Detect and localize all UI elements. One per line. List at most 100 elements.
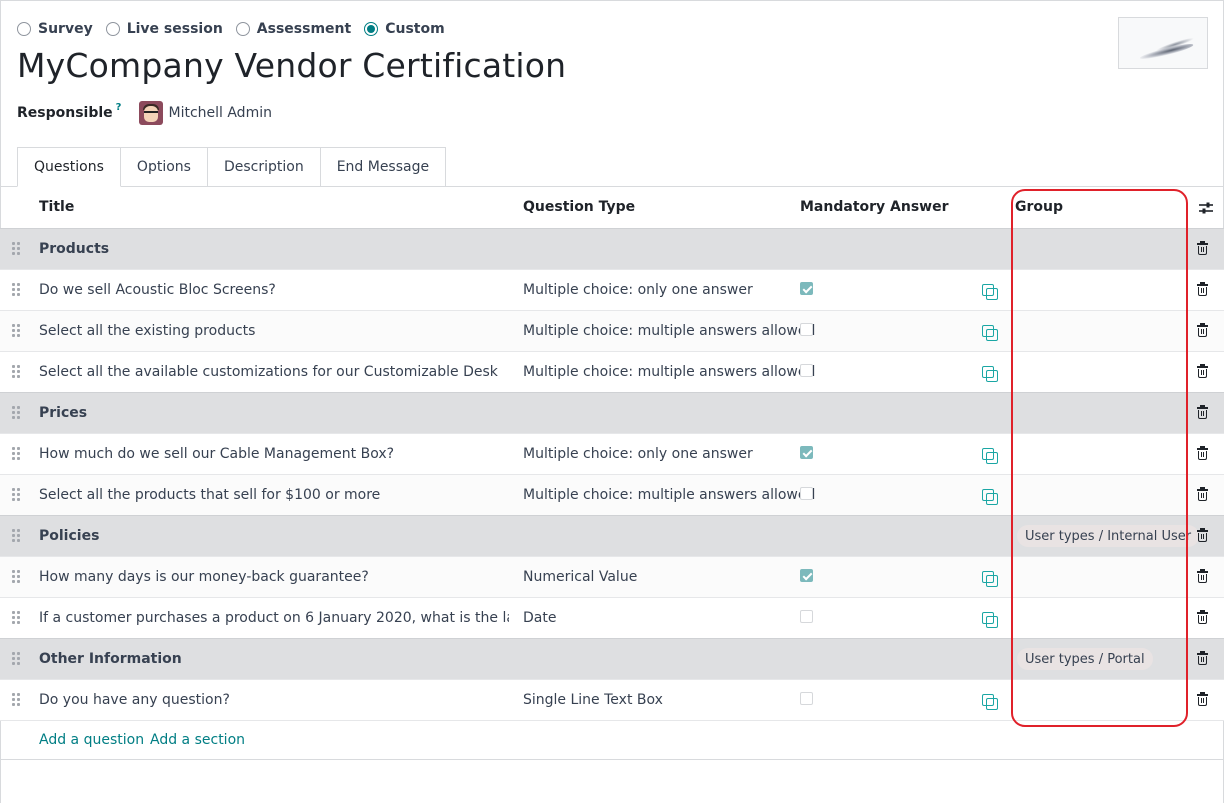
section-row[interactable]: Other Information User types / Portal — [0, 638, 1224, 679]
add-question-link[interactable]: Add a question — [39, 732, 144, 748]
question-title[interactable]: How many days is our money-back guarante… — [39, 557, 509, 597]
section-title[interactable]: Prices — [39, 393, 509, 433]
question-title[interactable]: Select all the products that sell for $1… — [39, 475, 509, 515]
section-row[interactable]: Policies User types / Internal User — [0, 515, 1224, 556]
copy-icon[interactable] — [982, 325, 998, 341]
copy-icon[interactable] — [982, 489, 998, 505]
copy-icon[interactable] — [982, 284, 998, 300]
question-type[interactable]: Single Line Text Box — [523, 680, 663, 720]
section-title[interactable]: Policies — [39, 516, 509, 556]
question-title[interactable]: Do we sell Acoustic Bloc Screens? — [39, 270, 509, 310]
radio-unchecked-icon[interactable] — [17, 22, 31, 36]
drag-handle-icon[interactable] — [12, 611, 22, 625]
add-section-link[interactable]: Add a section — [150, 732, 245, 748]
tab-options[interactable]: Options — [120, 147, 208, 187]
mandatory-checkbox[interactable] — [800, 282, 813, 295]
trash-icon[interactable] — [1197, 323, 1208, 337]
question-type[interactable]: Multiple choice: only one answer — [523, 434, 753, 474]
group-tag[interactable]: User types / Internal User — [1017, 525, 1200, 547]
drag-handle-icon[interactable] — [12, 406, 22, 420]
trash-icon[interactable] — [1197, 651, 1208, 665]
table-header: Title Question Type Mandatory Answer Gro… — [0, 187, 1224, 228]
section-row[interactable]: Prices — [0, 392, 1224, 433]
tab-description[interactable]: Description — [207, 147, 321, 187]
radio-unchecked-icon[interactable] — [235, 22, 250, 36]
mandatory-checkbox[interactable] — [800, 610, 813, 623]
question-title[interactable]: How much do we sell our Cable Management… — [39, 434, 509, 474]
mandatory-checkbox[interactable] — [800, 323, 813, 336]
survey-type-option[interactable]: Live session — [105, 21, 223, 37]
question-title[interactable]: If a customer purchases a product on 6 J… — [39, 598, 509, 638]
question-type[interactable]: Multiple choice: multiple answers allowe… — [523, 311, 815, 351]
drag-handle-icon[interactable] — [12, 529, 22, 543]
question-type[interactable]: Numerical Value — [523, 557, 637, 597]
copy-icon[interactable] — [982, 366, 998, 382]
survey-type-option[interactable]: Custom — [364, 21, 445, 37]
trash-icon[interactable] — [1197, 446, 1208, 460]
trash-icon[interactable] — [1197, 364, 1208, 378]
group-tag[interactable]: User types / Portal — [1017, 648, 1153, 670]
copy-icon[interactable] — [982, 571, 998, 587]
tab-questions[interactable]: Questions — [17, 147, 121, 187]
question-row[interactable]: Select all the existing products Multiple… — [0, 310, 1224, 351]
survey-title[interactable]: MyCompany Vendor Certification — [17, 46, 566, 85]
question-type[interactable]: Multiple choice: multiple answers allowe… — [523, 352, 815, 392]
mandatory-checkbox[interactable] — [800, 692, 813, 705]
optional-columns-icon[interactable] — [1197, 199, 1215, 217]
trash-icon[interactable] — [1197, 692, 1208, 706]
question-type[interactable]: Multiple choice: only one answer — [523, 270, 753, 310]
drag-handle-icon[interactable] — [12, 242, 22, 256]
add-line-row: Add a question Add a section — [0, 720, 1224, 760]
avatar[interactable] — [139, 101, 164, 125]
question-row[interactable]: Do you have any question? Single Line Tex… — [0, 679, 1224, 720]
question-row[interactable]: Select all the available customizations … — [0, 351, 1224, 392]
drag-handle-icon[interactable] — [12, 447, 22, 461]
drag-handle-icon[interactable] — [12, 652, 22, 666]
mandatory-checkbox[interactable] — [800, 487, 813, 500]
question-row[interactable]: Select all the products that sell for $1… — [0, 474, 1224, 515]
question-row[interactable]: Do we sell Acoustic Bloc Screens? Multipl… — [0, 269, 1224, 310]
trash-icon[interactable] — [1197, 487, 1208, 501]
drag-handle-icon[interactable] — [12, 283, 22, 297]
trash-icon[interactable] — [1197, 610, 1208, 624]
column-header-title[interactable]: Title — [39, 199, 74, 215]
question-row[interactable]: How much do we sell our Cable Management… — [0, 433, 1224, 474]
question-title[interactable]: Select all the existing products — [39, 311, 509, 351]
tab-end-message[interactable]: End Message — [320, 147, 447, 187]
column-header-group[interactable]: Group — [1015, 199, 1063, 215]
question-title[interactable]: Select all the available customizations … — [39, 352, 509, 392]
drag-handle-icon[interactable] — [12, 488, 22, 502]
drag-handle-icon[interactable] — [12, 365, 22, 379]
drag-handle-icon[interactable] — [12, 570, 22, 584]
drag-handle-icon[interactable] — [12, 324, 22, 338]
column-header-question-type[interactable]: Question Type — [523, 199, 635, 215]
radio-checked-icon[interactable] — [364, 22, 379, 36]
section-title[interactable]: Products — [39, 229, 509, 269]
section-title[interactable]: Other Information — [39, 639, 509, 679]
drag-handle-icon[interactable] — [12, 693, 22, 707]
section-row[interactable]: Products — [0, 228, 1224, 269]
question-row[interactable]: How many days is our money-back guarante… — [0, 556, 1224, 597]
help-icon[interactable]: ? — [116, 102, 122, 113]
question-row[interactable]: If a customer purchases a product on 6 J… — [0, 597, 1224, 638]
survey-type-option[interactable]: Assessment — [235, 21, 351, 37]
trash-icon[interactable] — [1197, 282, 1208, 296]
radio-unchecked-icon[interactable] — [105, 22, 120, 36]
trash-icon[interactable] — [1197, 569, 1208, 583]
copy-icon[interactable] — [982, 694, 998, 710]
responsible-user-name[interactable]: Mitchell Admin — [168, 105, 272, 121]
mandatory-checkbox[interactable] — [800, 446, 813, 459]
copy-icon[interactable] — [982, 448, 998, 464]
question-type[interactable]: Multiple choice: multiple answers allowe… — [523, 475, 815, 515]
column-header-mandatory[interactable]: Mandatory Answer — [800, 199, 949, 215]
mandatory-checkbox[interactable] — [800, 364, 813, 377]
question-type[interactable]: Date — [523, 598, 556, 638]
trash-icon[interactable] — [1197, 405, 1208, 419]
copy-icon[interactable] — [982, 612, 998, 628]
survey-type-option[interactable]: Survey — [17, 21, 93, 37]
mandatory-checkbox[interactable] — [800, 569, 813, 582]
question-title[interactable]: Do you have any question? — [39, 680, 509, 720]
trash-icon[interactable] — [1197, 241, 1208, 255]
trash-icon[interactable] — [1197, 528, 1208, 542]
survey-background-image[interactable] — [1118, 17, 1208, 69]
